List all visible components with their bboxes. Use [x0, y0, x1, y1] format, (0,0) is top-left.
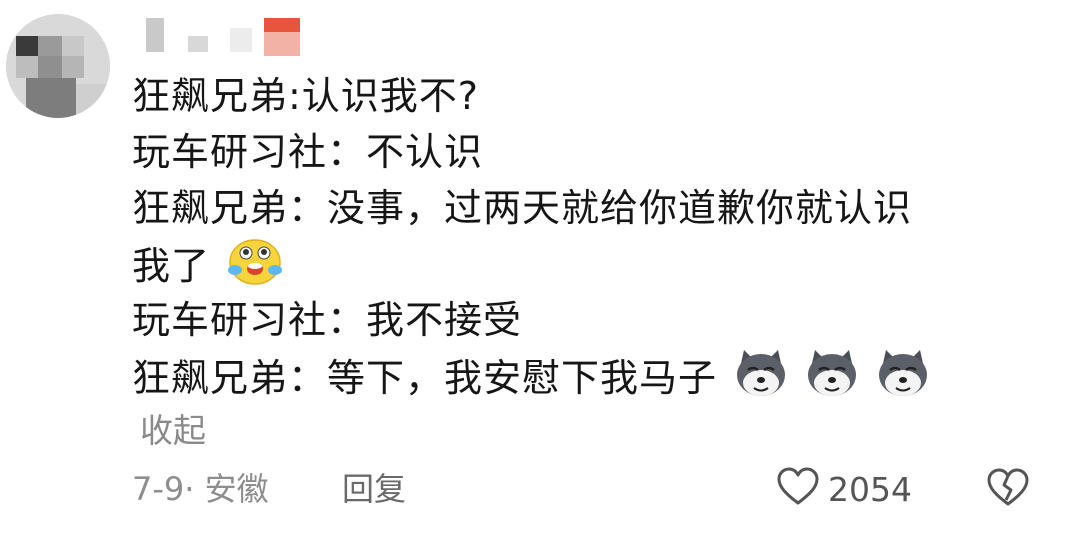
comment-line: 玩车研习社：不认识: [132, 130, 484, 174]
comment-line: 狂飙兄弟：等下，我安慰下我马子: [132, 348, 1032, 404]
husky-dog-face-icon: [876, 348, 930, 413]
heart-outline-icon: [776, 467, 820, 511]
broken-heart-icon: [986, 468, 1030, 512]
collapse-button[interactable]: 收起: [140, 408, 206, 454]
comment-line: 狂飙兄弟：没事，过两天就给你道歉你就认识: [132, 186, 913, 230]
dislike-button[interactable]: [986, 468, 1030, 512]
username-obscured[interactable]: [134, 16, 314, 60]
comment-date-location: 7-9· 安徽: [132, 470, 269, 508]
like-count: 2054: [828, 469, 912, 509]
reply-button[interactable]: 回复: [342, 466, 406, 512]
comment-line: 玩车研习社：我不接受: [132, 298, 523, 342]
like-button[interactable]: 2054: [776, 466, 912, 512]
comment-line: 狂飙兄弟:认识我不?: [132, 74, 479, 118]
avatar[interactable]: [6, 14, 110, 118]
husky-dog-face-icon: [805, 348, 859, 413]
comment-line: 我了: [132, 236, 1032, 292]
husky-dog-face-icon: [734, 348, 788, 413]
comment-body: 狂飙兄弟:认识我不? 玩车研习社：不认识 狂飙兄弟：没事，过两天就给你道歉你就认…: [132, 68, 1032, 404]
